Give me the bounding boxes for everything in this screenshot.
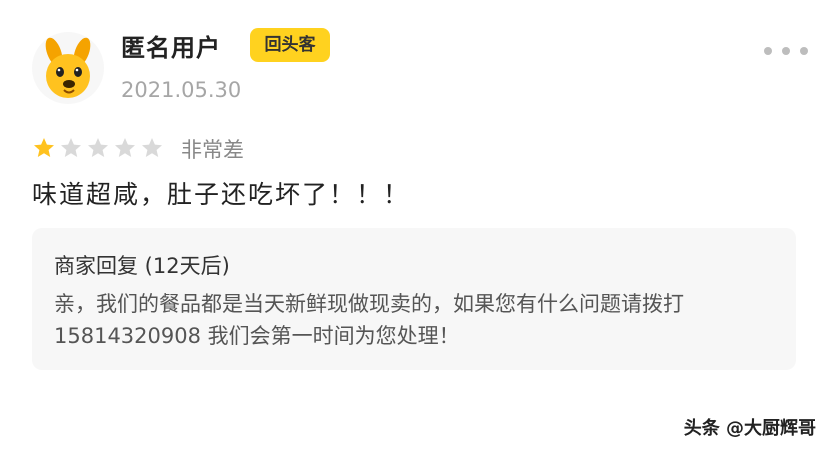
star-filled-icon [34, 138, 54, 157]
returning-customer-badge: 回头客 [250, 28, 330, 62]
watermark: 头条 @大厨辉哥 [683, 418, 816, 439]
star-empty-icon [61, 138, 81, 157]
rating-label: 非常差 [181, 138, 244, 162]
merchant-reply-title: 商家回复 (12天后) [54, 254, 230, 278]
more-options-icon[interactable] [764, 44, 808, 58]
review-date: 2021.05.30 [121, 78, 242, 102]
user-avatar[interactable] [32, 32, 104, 104]
dot [764, 47, 772, 55]
star-empty-icon [115, 138, 135, 157]
username[interactable]: 匿名用户 [121, 28, 221, 63]
merchant-reply: 商家回复 (12天后) 亲，我们的餐品都是当天新鲜现做现卖的，如果您有什么问题请… [32, 228, 796, 370]
star-empty-icon [142, 138, 162, 157]
dog-mascot-icon [45, 37, 91, 98]
star-empty-icon [88, 138, 108, 157]
review-text: 味道超咸，肚子还吃坏了！！！ [32, 180, 411, 209]
dot [782, 47, 790, 55]
dot [800, 47, 808, 55]
merchant-reply-text: 亲，我们的餐品都是当天新鲜现做现卖的，如果您有什么问题请拨打 158143209… [54, 292, 684, 348]
star-rating [32, 136, 164, 160]
